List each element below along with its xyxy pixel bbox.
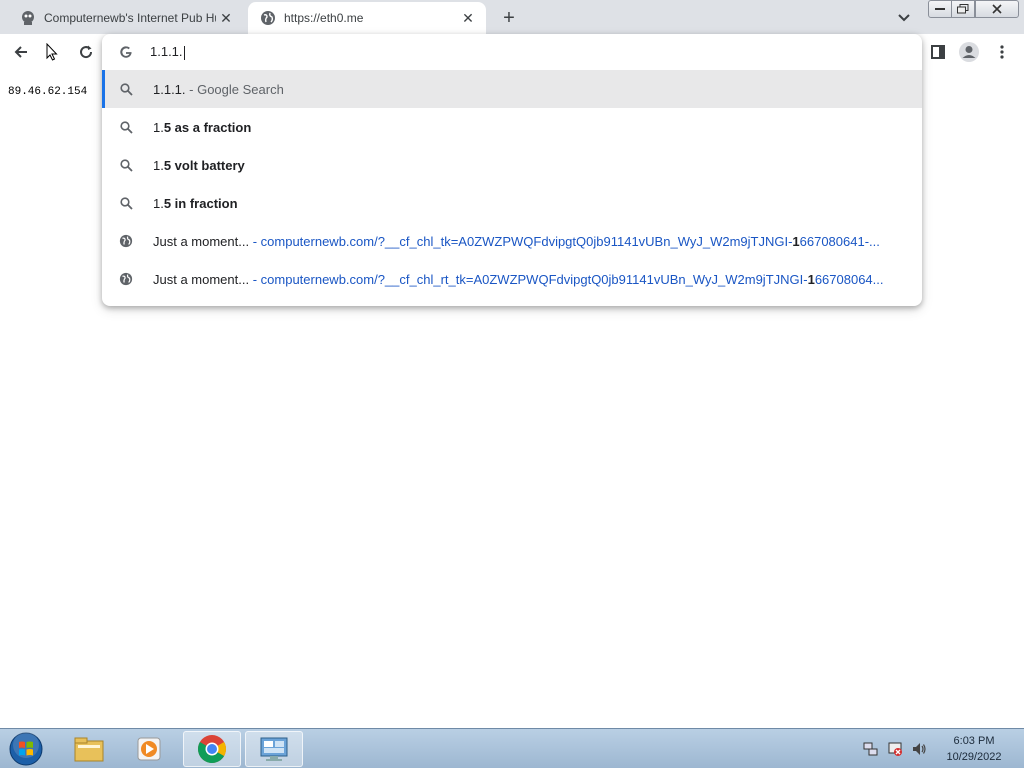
taskbar-media-player[interactable] xyxy=(120,731,178,767)
omnibox-popup: 1.1.1. 1.1.1. - Google Search 1.5 as a f… xyxy=(102,34,922,306)
tab-eth0[interactable]: https://eth0.me ✕ xyxy=(248,2,486,34)
tab-title: Computernewb's Internet Pub Hu xyxy=(44,11,216,25)
google-g-icon xyxy=(118,44,134,60)
taskbar: 6:03 PM 10/29/2022 xyxy=(0,728,1024,768)
menu-button[interactable] xyxy=(990,40,1014,64)
folder-icon xyxy=(74,737,104,762)
windows-orb-icon xyxy=(9,732,43,766)
reload-button[interactable] xyxy=(74,40,98,64)
computernewb-favicon-icon xyxy=(20,10,36,26)
taskbar-remote-desktop[interactable] xyxy=(245,731,303,767)
clock-date: 10/29/2022 xyxy=(946,751,1002,763)
address-bar[interactable]: 1.1.1. xyxy=(102,34,922,70)
side-panel-button[interactable] xyxy=(926,40,950,64)
profile-button[interactable] xyxy=(957,40,981,64)
system-tray xyxy=(862,739,934,759)
window-close-button[interactable] xyxy=(975,0,1019,18)
start-button[interactable] xyxy=(4,731,48,767)
tab-computernewb[interactable]: Computernewb's Internet Pub Hu ✕ xyxy=(8,2,244,34)
globe-icon xyxy=(118,233,134,249)
tab-strip: Computernewb's Internet Pub Hu ✕ https:/… xyxy=(0,0,1024,34)
globe-icon xyxy=(118,271,134,287)
suggestion-google-search[interactable]: 1.1.1. - Google Search xyxy=(102,70,922,108)
close-tab-icon[interactable]: ✕ xyxy=(458,8,478,28)
search-icon xyxy=(118,81,134,97)
suggestion-search[interactable]: 1.5 in fraction xyxy=(102,184,922,222)
suggestion-search[interactable]: 1.5 volt battery xyxy=(102,146,922,184)
avatar-icon xyxy=(959,42,979,62)
taskbar-chrome[interactable] xyxy=(183,731,241,767)
clock-time: 6:03 PM xyxy=(953,735,995,747)
minimize-button[interactable] xyxy=(928,0,952,18)
network-icon[interactable] xyxy=(862,740,880,758)
chrome-icon xyxy=(198,735,226,763)
kebab-menu-icon xyxy=(1000,45,1004,59)
tab-title: https://eth0.me xyxy=(284,11,364,25)
suggestion-search[interactable]: 1.5 as a fraction xyxy=(102,108,922,146)
control-panel-icon xyxy=(260,737,288,761)
taskbar-explorer[interactable] xyxy=(60,731,118,767)
new-tab-button[interactable]: + xyxy=(498,7,520,29)
search-icon xyxy=(118,157,134,173)
chevron-down-icon[interactable] xyxy=(894,8,914,28)
side-panel-icon xyxy=(931,45,945,59)
search-icon xyxy=(118,195,134,211)
selection-indicator xyxy=(102,70,105,108)
ip-address-text: 89.46.62.154 xyxy=(8,86,88,98)
search-icon xyxy=(118,119,134,135)
globe-icon xyxy=(260,10,276,26)
suggestion-history[interactable]: Just a moment... - computernewb.com/?__c… xyxy=(102,260,922,298)
back-button[interactable] xyxy=(9,40,33,64)
mouse-cursor-icon xyxy=(46,43,58,61)
text-caret xyxy=(183,45,185,60)
media-player-icon xyxy=(137,737,161,761)
action-center-icon[interactable] xyxy=(886,740,904,758)
taskbar-clock[interactable]: 6:03 PM 10/29/2022 xyxy=(936,733,1012,765)
volume-icon[interactable] xyxy=(910,740,928,758)
address-input[interactable]: 1.1.1. xyxy=(150,44,185,60)
suggestion-history[interactable]: Just a moment... - computernewb.com/?__c… xyxy=(102,222,922,260)
back-arrow-icon xyxy=(14,46,27,58)
forward-button[interactable] xyxy=(40,40,64,64)
restore-button[interactable] xyxy=(951,0,975,18)
reload-icon xyxy=(80,45,93,59)
close-tab-icon[interactable]: ✕ xyxy=(216,8,236,28)
